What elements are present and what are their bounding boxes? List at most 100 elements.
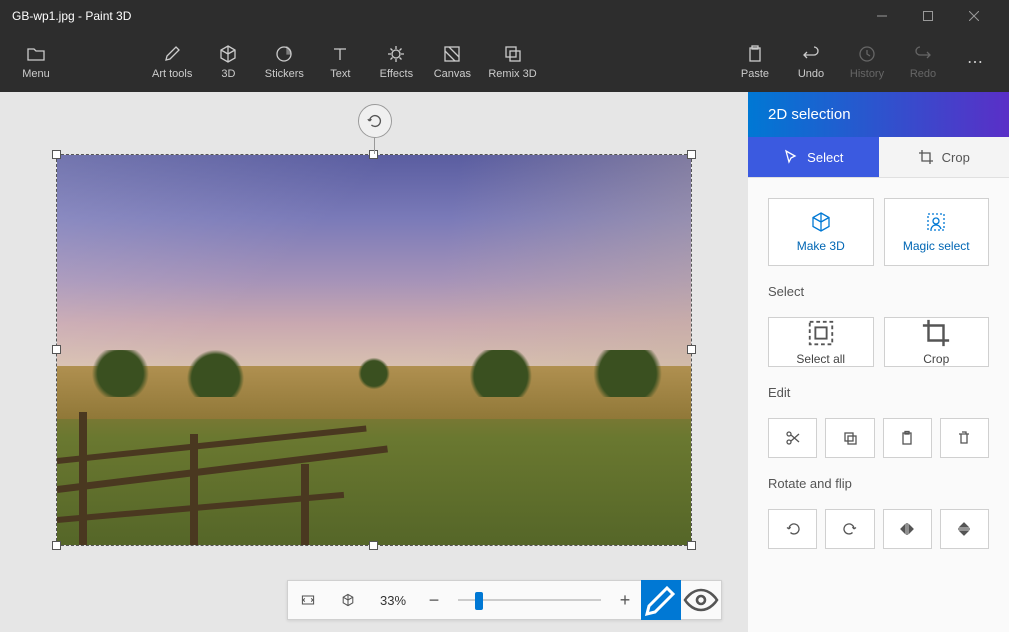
rotate-right-button[interactable] [825, 509, 874, 549]
rotate-left-button[interactable] [768, 509, 817, 549]
paste-panel-button[interactable] [883, 418, 932, 458]
resize-handle-br[interactable] [687, 541, 696, 550]
zoom-toolbar: 33% − + [287, 580, 722, 620]
delete-button[interactable] [940, 418, 989, 458]
properties-panel: 2D selection Select Crop Make 3D Magic s… [748, 92, 1009, 632]
select-all-button[interactable]: Select all [768, 317, 874, 367]
crop-icon [918, 149, 934, 165]
text-icon [330, 44, 350, 64]
copy-button[interactable] [825, 418, 874, 458]
undo-icon [801, 44, 821, 64]
canvas-icon [442, 44, 462, 64]
menu-button[interactable]: Menu [8, 34, 64, 90]
select-tab-label: Select [807, 150, 843, 165]
resize-handle-tr[interactable] [687, 150, 696, 159]
flip-h-icon [899, 521, 915, 537]
canvas-label: Canvas [434, 68, 471, 80]
brush-icon [162, 44, 182, 64]
close-button[interactable] [951, 0, 997, 32]
art-tools-label: Art tools [152, 68, 192, 80]
fit-screen-button[interactable] [288, 580, 328, 620]
ellipsis-icon: ⋯ [967, 54, 985, 71]
remix-icon [503, 44, 523, 64]
zoom-in-button[interactable]: + [609, 580, 641, 620]
select-all-icon [806, 318, 836, 348]
filename-text: GB-wp1.jpg [12, 9, 75, 23]
view-3d-button[interactable] [328, 580, 368, 620]
magic-select-button[interactable]: Magic select [884, 198, 990, 266]
stickers-label: Stickers [265, 68, 304, 80]
select-tab[interactable]: Select [748, 137, 879, 177]
resize-handle-tl[interactable] [52, 150, 61, 159]
mode-tabs: Select Crop [748, 137, 1009, 178]
cube-icon [810, 211, 832, 233]
panel-title: 2D selection [748, 92, 1009, 137]
view-mode-button[interactable] [681, 580, 721, 620]
appname-text: Paint 3D [85, 9, 131, 23]
zoom-out-button[interactable]: − [418, 580, 450, 620]
selection-box[interactable] [56, 154, 692, 546]
history-button[interactable]: History [839, 34, 895, 90]
text-button[interactable]: Text [312, 34, 368, 90]
magic-select-label: Magic select [903, 239, 970, 253]
3d-button[interactable]: 3D [200, 34, 256, 90]
zoom-slider[interactable] [450, 580, 609, 620]
edit-mode-button[interactable] [641, 580, 681, 620]
menu-label: Menu [22, 68, 50, 80]
redo-button[interactable]: Redo [895, 34, 951, 90]
rotate-stem [374, 138, 375, 154]
remix3d-button[interactable]: Remix 3D [480, 34, 544, 90]
paste-label: Paste [741, 68, 769, 80]
remix3d-label: Remix 3D [488, 68, 536, 80]
rotate-left-icon [785, 521, 801, 537]
resize-handle-bl[interactable] [52, 541, 61, 550]
effects-label: Effects [380, 68, 413, 80]
paste-button[interactable]: Paste [727, 34, 783, 90]
folder-icon [26, 44, 46, 64]
more-button[interactable]: ⋯ [951, 52, 1001, 72]
flip-horizontal-button[interactable] [883, 509, 932, 549]
crop-label: Crop [923, 352, 949, 366]
effects-button[interactable]: Effects [368, 34, 424, 90]
history-label: History [850, 68, 884, 80]
redo-label: Redo [910, 68, 936, 80]
trash-icon [956, 430, 972, 446]
zoom-thumb[interactable] [475, 592, 483, 610]
crop-tab[interactable]: Crop [879, 137, 1009, 177]
resize-handle-bm[interactable] [369, 541, 378, 550]
canvas-workspace[interactable]: 33% − + [0, 92, 748, 632]
canvas-button[interactable]: Canvas [424, 34, 480, 90]
copy-icon [842, 430, 858, 446]
maximize-button[interactable] [905, 0, 951, 32]
undo-label: Undo [798, 68, 824, 80]
zoom-value[interactable]: 33% [368, 593, 418, 608]
window-controls [859, 0, 997, 32]
stickers-button[interactable]: Stickers [256, 34, 312, 90]
cut-button[interactable] [768, 418, 817, 458]
cube-icon [218, 44, 238, 64]
effects-icon [386, 44, 406, 64]
image-content [57, 155, 691, 545]
resize-handle-ml[interactable] [52, 345, 61, 354]
scissors-icon [785, 430, 801, 446]
rotate-right-icon [842, 521, 858, 537]
flip-vertical-button[interactable] [940, 509, 989, 549]
main-toolbar: Menu Art tools 3D Stickers Text Effects … [0, 32, 1009, 92]
make-3d-button[interactable]: Make 3D [768, 198, 874, 266]
redo-icon [913, 44, 933, 64]
paste-icon [745, 44, 765, 64]
rotate-handle[interactable] [358, 104, 392, 138]
art-tools-button[interactable]: Art tools [144, 34, 200, 90]
select-all-label: Select all [796, 352, 845, 366]
flip-v-icon [956, 521, 972, 537]
text-label: Text [330, 68, 350, 80]
cursor-icon [783, 149, 799, 165]
crop-icon [921, 318, 951, 348]
crop-button[interactable]: Crop [884, 317, 990, 367]
minimize-button[interactable] [859, 0, 905, 32]
resize-handle-mr[interactable] [687, 345, 696, 354]
edit-section-label: Edit [768, 385, 989, 400]
rotate-section-label: Rotate and flip [768, 476, 989, 491]
window-title: GB-wp1.jpg - Paint 3D [12, 9, 859, 23]
undo-button[interactable]: Undo [783, 34, 839, 90]
